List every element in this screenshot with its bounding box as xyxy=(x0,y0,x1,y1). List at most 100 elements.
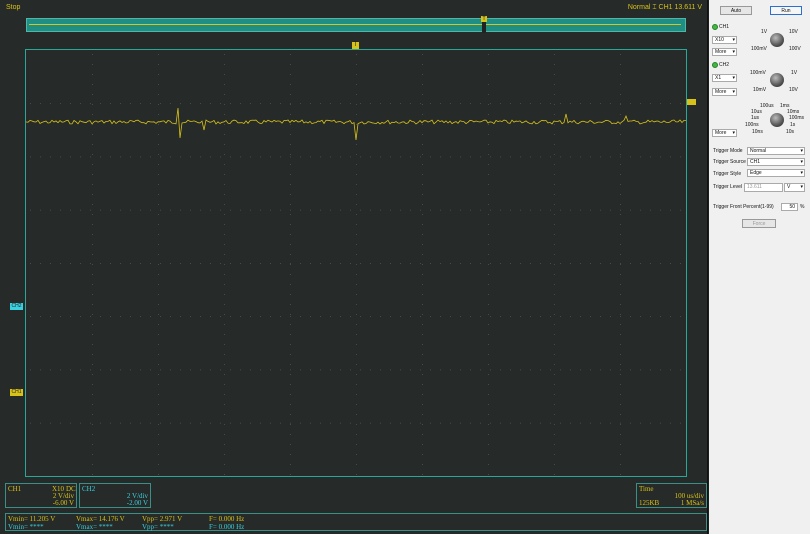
ch1-offset: -6.00 V xyxy=(52,499,74,507)
time-more-select[interactable]: More ▾ xyxy=(712,129,737,137)
auto-button[interactable]: Auto xyxy=(720,6,752,15)
ch1-enable-toggle[interactable]: CH1 xyxy=(712,23,729,31)
ch2-vmax: Vmax= **** xyxy=(76,523,113,531)
time-label-7: 100ns xyxy=(745,122,759,128)
ch1-toggle-label: CH1 xyxy=(719,24,730,30)
time-more-label: More xyxy=(715,130,727,136)
trigger-level-input[interactable]: 13.611 xyxy=(744,183,783,192)
trigger-source-label: Trigger Source xyxy=(713,159,746,165)
ch2-volts-knob[interactable] xyxy=(770,73,784,87)
grid-lines xyxy=(30,54,681,475)
chevron-down-icon: ▾ xyxy=(732,75,735,81)
ch1-knob-label-2: 10V xyxy=(789,29,798,35)
measurement-bar: Vmin= 11.205 V Vmax= 14.176 V Vpp= 2.971… xyxy=(5,513,707,531)
status-bar: Stop Normal ⌶ CH1 13.611 V xyxy=(0,0,708,16)
trigger-mode-value: Normal xyxy=(750,148,767,154)
overview-waveform xyxy=(29,24,681,25)
ch1-frequency: F= 0.000 Hz xyxy=(209,515,245,523)
ch1-led-icon xyxy=(712,23,718,30)
ch1-vmin: Vmin= 11.205 V xyxy=(8,515,56,523)
ch2-offset: -2.00 V xyxy=(126,499,148,507)
trigger-source-select[interactable]: CH1 ▾ xyxy=(747,158,805,166)
run-button[interactable]: Run xyxy=(770,6,802,15)
ch2-offset-marker[interactable]: CH2 xyxy=(10,303,23,310)
ch2-knob-label-3: 10mV xyxy=(753,87,767,93)
ch1-info-box: CH1 X10 DC 2 V/div -6.00 V xyxy=(5,483,77,508)
chevron-down-icon: ▾ xyxy=(732,130,735,136)
trigger-mode-label: Trigger Mode xyxy=(713,148,743,154)
trigger-mode-text: Normal xyxy=(627,4,651,11)
ch2-more-label: More xyxy=(715,89,727,95)
chevron-down-icon: ▾ xyxy=(732,89,735,95)
trigger-source-value: CH1 xyxy=(750,159,761,165)
chevron-down-icon: ▾ xyxy=(800,184,803,190)
ch2-knob-label-2: 1V xyxy=(791,70,798,76)
trigger-icon: ⌶ xyxy=(652,4,657,11)
ch1-vpp: Vpp= 2.971 V xyxy=(142,515,183,523)
trigger-level-readout: 13.611 V xyxy=(674,4,702,11)
force-button[interactable]: Force xyxy=(742,219,776,228)
chevron-down-icon: ▾ xyxy=(800,148,803,154)
time-label-6: 100ms xyxy=(789,115,805,121)
front-percent-value: 50 xyxy=(789,204,795,210)
time-label-10: 10s xyxy=(786,129,795,135)
chevron-down-icon: ▾ xyxy=(732,37,735,43)
ch1-more-label: More xyxy=(715,49,727,55)
trigger-style-select[interactable]: Edge ▾ xyxy=(747,169,805,177)
sample-rate: 1 MSa/s xyxy=(680,499,704,507)
ch1-knob-label-4: 100V xyxy=(789,46,801,52)
memory-depth: 125KB xyxy=(639,499,660,507)
ch2-frequency: F= 0.000 Hz xyxy=(209,523,245,531)
time-label-8: 1s xyxy=(790,122,796,128)
time-label-5: 1us xyxy=(751,115,760,121)
ch2-toggle-label: CH2 xyxy=(719,62,730,68)
time-title: Time xyxy=(639,485,654,493)
ch1-more-select[interactable]: More ▾ xyxy=(712,48,737,56)
ch2-enable-toggle[interactable]: CH2 xyxy=(712,61,729,69)
trigger-channel: CH1 xyxy=(658,4,673,11)
overview-trigger-marker[interactable]: T xyxy=(481,16,487,22)
trigger-status: Normal ⌶ CH1 13.611 V xyxy=(628,4,702,12)
trigger-level-marker[interactable] xyxy=(687,99,696,105)
control-panel: Auto Run CH1 X10 ▾ More ▾ 1V 10V 100mV 100… xyxy=(709,0,810,534)
ch2-vpp: Vpp= **** xyxy=(142,523,174,531)
trigger-style-label: Trigger Style xyxy=(713,171,742,177)
chevron-down-icon: ▾ xyxy=(800,159,803,165)
trigger-level-value: 13.611 xyxy=(747,184,762,190)
ch2-info-box: CH2 2 V/div -2.00 V xyxy=(79,483,151,508)
oscilloscope-display: Stop Normal ⌶ CH1 13.611 V T T CH2 CH1 C… xyxy=(0,0,708,534)
ch2-more-select[interactable]: More ▾ xyxy=(712,88,737,96)
ch1-probe-select[interactable]: X10 ▾ xyxy=(712,36,737,44)
trigger-level-label: Trigger Level xyxy=(713,184,742,190)
ch2-probe-select[interactable]: X1 ▾ xyxy=(712,74,737,82)
ch1-offset-marker[interactable]: CH1 xyxy=(10,389,23,396)
ch2-vmin: Vmin= **** xyxy=(8,523,44,531)
ch2-knob-label-1: 100mV xyxy=(750,70,766,76)
time-label-9: 10ns xyxy=(752,129,763,135)
time-info-box: Time 100 us/div 125KB 1 MSa/s xyxy=(636,483,707,508)
trigger-mode-select[interactable]: Normal ▾ xyxy=(747,147,805,155)
trigger-position-marker[interactable]: T xyxy=(352,42,359,49)
chevron-down-icon: ▾ xyxy=(732,49,735,55)
chevron-down-icon: ▾ xyxy=(800,170,803,176)
waveform-overview-bar[interactable]: T xyxy=(26,16,686,33)
waveform-grid[interactable] xyxy=(25,49,687,477)
front-percent-label: Trigger Front Percent(1-99) xyxy=(713,204,774,210)
ch2-led-icon xyxy=(712,61,718,68)
timebase-knob[interactable] xyxy=(770,113,784,127)
ch1-knob-label-3: 100mV xyxy=(751,46,767,52)
percent-sign: % xyxy=(800,204,805,210)
trigger-style-value: Edge xyxy=(750,170,762,176)
trigger-level-unit-select[interactable]: V ▾ xyxy=(784,183,805,192)
run-state: Stop xyxy=(6,4,21,11)
ch1-volts-knob[interactable] xyxy=(770,33,784,47)
ch2-probe-value: X1 xyxy=(715,75,722,81)
front-percent-input[interactable]: 50 xyxy=(781,203,798,211)
ch1-vmax: Vmax= 14.176 V xyxy=(76,515,125,523)
trigger-level-unit-value: V xyxy=(787,184,791,190)
ch2-name: CH2 xyxy=(82,485,96,493)
time-label-1: 100us xyxy=(760,103,774,109)
ch1-probe-value: X10 xyxy=(715,37,724,43)
grid-svg xyxy=(26,54,686,475)
ch2-knob-label-4: 10V xyxy=(789,87,798,93)
